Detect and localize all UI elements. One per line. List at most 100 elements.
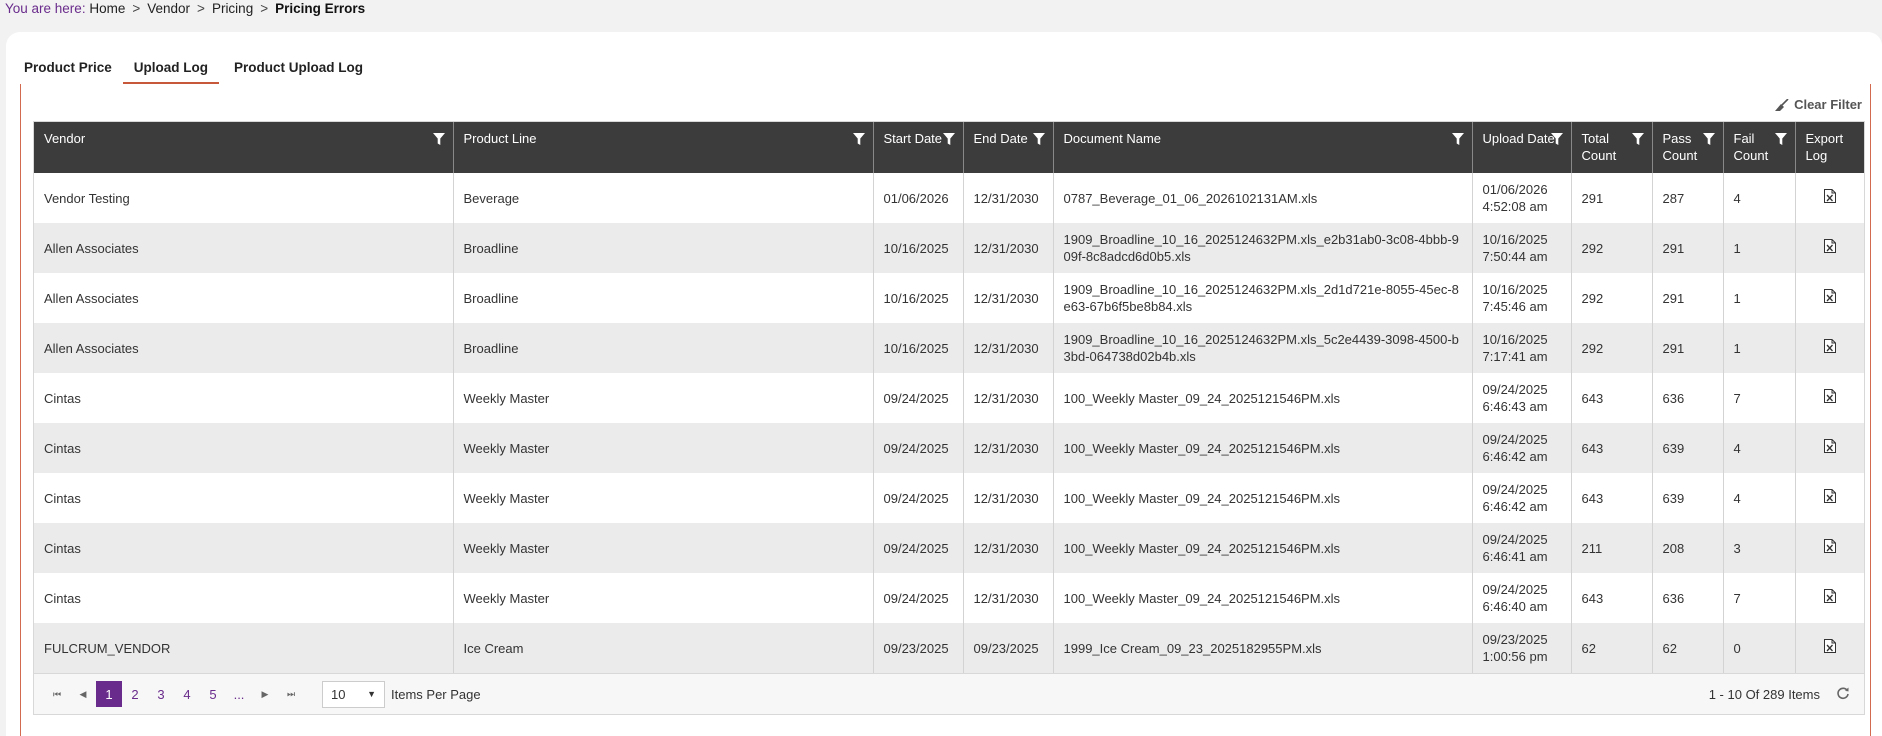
filter-icon[interactable] [1451, 132, 1464, 145]
table-row[interactable]: Allen Associates Broadline 10/16/2025 12/31… [34, 223, 1864, 273]
page-button[interactable]: 4 [174, 681, 200, 707]
column-header-label: Pass Count [1662, 131, 1698, 163]
cell-total-count: 643 [1571, 423, 1653, 473]
column-header-fail-count[interactable]: Fail Count [1723, 122, 1796, 173]
upload-time-value: 6:46:42 am [1482, 499, 1548, 514]
excel-export-icon[interactable] [1823, 489, 1836, 507]
cell-total-count: 643 [1571, 473, 1653, 523]
cell-vendor: Vendor Testing [34, 173, 454, 223]
cell-product-line: Weekly Master [453, 473, 874, 523]
table-row[interactable]: Allen Associates Broadline 10/16/2025 12/31… [34, 273, 1864, 323]
cell-pass-count: 639 [1652, 473, 1724, 523]
table-row[interactable]: Cintas Weekly Master 09/24/2025 12/31/2030 1… [34, 473, 1864, 523]
header-row: Vendor Product Line Start Date End Date Docu… [34, 122, 1864, 173]
table-row[interactable]: Cintas Weekly Master 09/24/2025 12/31/2030 1… [34, 573, 1864, 623]
prev-page-icon[interactable]: ◀ [70, 681, 96, 707]
table-row[interactable]: FULCRUM_VENDOR Ice Cream 09/23/2025 09/23/2… [34, 623, 1864, 673]
excel-export-icon[interactable] [1823, 289, 1836, 307]
cell-total-count: 292 [1571, 223, 1653, 273]
cell-export-log [1795, 473, 1864, 523]
breadcrumb-pricing[interactable]: Pricing [212, 1, 253, 16]
breadcrumb-home[interactable]: Home [89, 1, 125, 16]
column-header-start-date[interactable]: Start Date [873, 122, 964, 173]
cell-fail-count: 7 [1723, 573, 1796, 623]
table-row[interactable]: Vendor Testing Beverage 01/06/2026 12/31/20… [34, 173, 1864, 223]
excel-export-icon[interactable] [1823, 589, 1836, 607]
column-header-label: End Date [973, 131, 1028, 146]
tab-product-upload-log[interactable]: Product Upload Log [234, 60, 363, 84]
page-button[interactable]: 3 [148, 681, 174, 707]
tab-product-price[interactable]: Product Price [24, 60, 112, 84]
cell-upload-date: 09/24/2025 6:46:42 am [1472, 423, 1572, 473]
table-row[interactable]: Allen Associates Broadline 10/16/2025 12/31… [34, 323, 1864, 373]
excel-export-icon[interactable] [1823, 639, 1836, 657]
page-button[interactable]: 1 [96, 681, 122, 707]
excel-export-icon[interactable] [1823, 439, 1836, 457]
cell-end: 12/31/2030 [963, 523, 1054, 573]
filter-icon[interactable] [1550, 132, 1563, 145]
cell-fail-count: 7 [1723, 373, 1796, 423]
cell-product-line: Weekly Master [453, 523, 874, 573]
page-button[interactable]: 2 [122, 681, 148, 707]
table-row[interactable]: Cintas Weekly Master 09/24/2025 12/31/2030 1… [34, 523, 1864, 573]
breadcrumb-vendor[interactable]: Vendor [147, 1, 190, 16]
cell-pass-count: 639 [1652, 423, 1724, 473]
refresh-icon[interactable] [1836, 686, 1850, 703]
cell-pass-count: 62 [1652, 623, 1724, 673]
upload-time-value: 6:46:41 am [1482, 549, 1548, 564]
excel-export-icon[interactable] [1823, 189, 1836, 207]
page-button[interactable]: ... [226, 681, 252, 707]
filter-icon[interactable] [1774, 132, 1787, 145]
table-row[interactable]: Cintas Weekly Master 09/24/2025 12/31/2030 1… [34, 373, 1864, 423]
column-header-end-date[interactable]: End Date [963, 122, 1054, 173]
excel-export-icon[interactable] [1823, 539, 1836, 557]
last-page-icon[interactable]: ⏭ [278, 681, 304, 707]
cell-document: 100_Weekly Master_09_24_2025121546PM.xls [1053, 523, 1473, 573]
cell-end: 12/31/2030 [963, 573, 1054, 623]
table-row[interactable]: Cintas Weekly Master 09/24/2025 12/31/2030 1… [34, 423, 1864, 473]
cell-upload-date: 09/24/2025 6:46:41 am [1472, 523, 1572, 573]
column-header-label: Total Count [1581, 131, 1617, 163]
cell-fail-count: 0 [1723, 623, 1796, 673]
cell-end: 12/31/2030 [963, 173, 1054, 223]
excel-export-icon[interactable] [1823, 389, 1836, 407]
column-header-product-line[interactable]: Product Line [453, 122, 874, 173]
upload-time-value: 7:50:44 am [1482, 249, 1548, 264]
cell-vendor: Allen Associates [34, 323, 454, 373]
cell-upload-date: 10/16/2025 7:17:41 am [1472, 323, 1572, 373]
filter-icon[interactable] [432, 132, 445, 145]
tab-upload-log[interactable]: Upload Log [122, 60, 220, 84]
upload-date-value: 01/06/2026 [1482, 182, 1548, 197]
column-header-total-count[interactable]: Total Count [1571, 122, 1653, 173]
filter-icon[interactable] [942, 132, 955, 145]
clear-filter-button[interactable]: Clear Filter [1775, 97, 1862, 112]
filter-icon[interactable] [1631, 132, 1644, 145]
column-header-export-log[interactable]: Export Log [1795, 122, 1864, 173]
tab-strip: Product Price Upload Log Product Upload … [24, 60, 383, 84]
first-page-icon[interactable]: ⏮ [44, 681, 70, 707]
column-header-upload-date[interactable]: Upload Date [1472, 122, 1572, 173]
page-size-value: 10 [331, 686, 346, 702]
column-header-pass-count[interactable]: Pass Count [1652, 122, 1724, 173]
page-button[interactable]: 5 [200, 681, 226, 707]
chevron-down-icon: ▼ [367, 689, 376, 699]
cell-start: 09/24/2025 [873, 523, 964, 573]
excel-export-icon[interactable] [1823, 339, 1836, 357]
column-header-vendor[interactable]: Vendor [34, 122, 454, 173]
column-header-document-name[interactable]: Document Name [1053, 122, 1473, 173]
filter-icon[interactable] [1702, 132, 1715, 145]
cell-document: 100_Weekly Master_09_24_2025121546PM.xls [1053, 423, 1473, 473]
cell-product-line: Ice Cream [453, 623, 874, 673]
column-header-label: Product Line [463, 131, 537, 146]
cell-start: 10/16/2025 [873, 223, 964, 273]
column-header-label: Export Log [1805, 131, 1844, 163]
page-size-select[interactable]: 10 ▼ [322, 680, 385, 708]
excel-export-icon[interactable] [1823, 239, 1836, 257]
broom-icon [1775, 98, 1789, 111]
next-page-icon[interactable]: ▶ [252, 681, 278, 707]
upload-date-value: 10/16/2025 [1482, 232, 1548, 247]
cell-upload-date: 10/16/2025 7:50:44 am [1472, 223, 1572, 273]
filter-icon[interactable] [852, 132, 865, 145]
cell-start: 09/24/2025 [873, 373, 964, 423]
filter-icon[interactable] [1032, 132, 1045, 145]
